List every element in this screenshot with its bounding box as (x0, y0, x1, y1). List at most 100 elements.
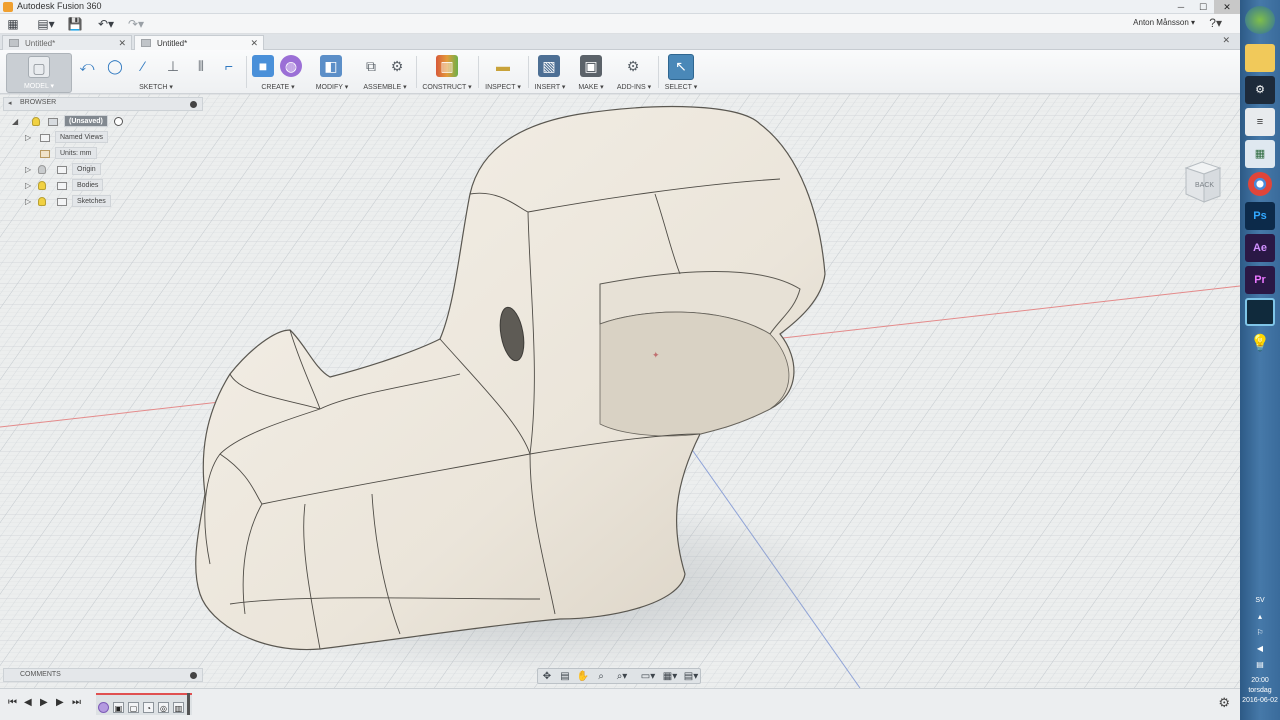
after-effects-icon[interactable]: Ae (1245, 234, 1275, 262)
scripts-addins-icon[interactable]: ⚙ (622, 55, 644, 77)
go-to-start-icon[interactable]: ⏮ (8, 697, 17, 708)
visibility-bulb-icon[interactable] (32, 117, 40, 126)
offset-plane-icon[interactable]: ▥ (436, 55, 458, 77)
line-tool-icon[interactable]: ⤺ (76, 55, 98, 77)
maximize-button[interactable]: ☐ (1192, 0, 1214, 14)
viewcube-shape[interactable] (1182, 158, 1224, 204)
close-tab-icon[interactable]: ✕ (118, 36, 126, 51)
tab-untitled-1[interactable]: Untitled* ✕ (2, 35, 132, 50)
help-icon[interactable]: ?▾ (1209, 16, 1222, 30)
sketch-group[interactable]: ⤺ ◯ ⁄ ⊥ ⫴ ⌐ SKETCH ▾ (76, 53, 246, 93)
tab-untitled-2[interactable]: Untitled* ✕ (134, 35, 264, 50)
new-component-icon[interactable]: ⧉ (360, 55, 382, 77)
box-primitive-icon[interactable]: ■ (252, 55, 274, 77)
grid-settings-icon[interactable]: ▦▾ (660, 670, 680, 683)
mirror-tool-icon[interactable]: ⫴ (190, 55, 212, 77)
timeline-settings-gear-icon[interactable]: ⚙ (1218, 695, 1230, 711)
make-group[interactable]: ▣ MAKE ▾ (574, 53, 608, 93)
step-forward-icon[interactable]: ▶ (56, 697, 64, 708)
insert-group[interactable]: ▧ INSERT ▾ (532, 53, 568, 93)
inspect-group[interactable]: ▬ INSPECT ▾ (482, 53, 524, 93)
fusion-taskbar-icon[interactable] (1245, 298, 1275, 326)
file-menu-icon[interactable]: ▤▾ (34, 16, 58, 32)
browser-item-named-views[interactable]: ▷ Named Views (25, 131, 125, 144)
system-clock[interactable]: 20:00 torsdag 2016-06-02 (1240, 676, 1280, 706)
expand-icon[interactable]: ▷ (25, 131, 31, 144)
select-cursor-icon[interactable]: ↖ (668, 54, 694, 80)
browser-pin-icon[interactable] (190, 101, 197, 108)
volume-icon[interactable]: ◀ (1240, 644, 1280, 653)
select-group[interactable]: ↖ SELECT ▾ (662, 53, 700, 93)
browser-root[interactable]: ◢ (Unsaved) (12, 115, 132, 128)
close-window-button[interactable]: ✕ (1214, 0, 1240, 14)
orbit-icon[interactable]: ✥ (540, 670, 554, 683)
browser-item-origin[interactable]: ▷ Origin (25, 163, 125, 176)
zoom-icon[interactable]: ⌕ (594, 670, 608, 683)
chrome-icon[interactable] (1248, 172, 1272, 196)
minimize-button[interactable]: ─ (1170, 0, 1192, 14)
canvas-scene[interactable]: ✦ (0, 94, 1241, 689)
comments-panel-header[interactable]: COMMENTS (3, 668, 203, 682)
play-icon[interactable]: ▶ (40, 697, 48, 708)
offset-tool-icon[interactable]: ⊥ (162, 55, 184, 77)
activate-radio-icon[interactable] (114, 117, 123, 126)
tray-expand-icon[interactable]: ▴ (1240, 612, 1280, 621)
insert-image-icon[interactable]: ▧ (538, 55, 560, 77)
save-icon[interactable]: 💾 (66, 16, 84, 32)
go-to-end-icon[interactable]: ⏭ (72, 697, 81, 708)
pan-hand-icon[interactable]: ✋ (576, 670, 590, 683)
hole-feature-icon[interactable]: ◎ (158, 702, 169, 713)
press-pull-icon[interactable]: ◧ (320, 55, 342, 77)
viewports-icon[interactable]: ▤▾ (682, 670, 700, 683)
user-account-menu[interactable]: Anton Månsson ▾ (1133, 18, 1195, 27)
premiere-icon[interactable]: Pr (1245, 266, 1275, 294)
file-explorer-icon[interactable] (1245, 44, 1275, 72)
joint-icon[interactable]: ⚙ (386, 55, 408, 77)
comments-pin-icon[interactable] (190, 672, 197, 679)
visibility-bulb-icon[interactable] (38, 197, 46, 206)
visibility-bulb-icon[interactable] (38, 165, 46, 174)
construct-group[interactable]: ▥ CONSTRUCT ▾ (420, 53, 474, 93)
browser-item-bodies[interactable]: ▷ Bodies (25, 179, 125, 192)
start-button-icon[interactable] (1245, 6, 1275, 34)
form-sphere-icon[interactable]: ◍ (280, 55, 302, 77)
close-all-tabs-icon[interactable]: ✕ (1222, 35, 1230, 46)
lightbulb-app-icon[interactable]: 💡 (1245, 330, 1275, 358)
3d-print-icon[interactable]: ▣ (580, 55, 602, 77)
photoshop-icon[interactable]: Ps (1245, 202, 1275, 230)
collapse-browser-icon[interactable]: ◂ (8, 99, 12, 107)
fillet-feature-icon[interactable]: ◔ (143, 702, 154, 713)
step-back-icon[interactable]: ◀ (24, 697, 32, 708)
display-settings-icon[interactable]: ▭▾ (638, 670, 658, 683)
timeline-track[interactable]: ▣ ▢ ◔ ◎ ▥ (96, 693, 192, 715)
split-feature-icon[interactable]: ▥ (173, 702, 184, 713)
redo-icon[interactable]: ↷▾ (124, 16, 148, 32)
expand-icon[interactable]: ▷ (25, 163, 31, 176)
3d-viewport[interactable]: ✦ BACK (0, 94, 1241, 689)
timeline-marker[interactable] (187, 693, 190, 715)
sketch-feature-icon[interactable]: ▣ (113, 702, 124, 713)
trim-tool-icon[interactable]: ⁄ (132, 55, 154, 77)
look-at-icon[interactable]: ▤ (558, 670, 572, 683)
data-panel-grid-icon[interactable]: ▦ (4, 16, 22, 32)
browser-item-units[interactable]: Units: mm (25, 147, 125, 160)
modify-group[interactable]: ◧ MODIFY ▾ (312, 53, 352, 93)
fit-zoom-icon[interactable]: ⌕▾ (612, 670, 632, 683)
collapse-icon[interactable]: ◢ (12, 115, 18, 128)
circle-tool-icon[interactable]: ◯ (104, 55, 126, 77)
visibility-bulb-icon[interactable] (38, 181, 46, 190)
form-feature-icon[interactable] (98, 702, 109, 713)
fillet-sketch-icon[interactable]: ⌐ (218, 55, 240, 77)
network-icon[interactable]: ⚐ (1240, 628, 1280, 637)
assemble-group[interactable]: ⧉ ⚙ ASSEMBLE ▾ (358, 53, 412, 93)
steam-icon[interactable]: ⚙ (1245, 76, 1275, 104)
workspace-switcher[interactable]: ▢ MODEL ▾ (6, 53, 72, 93)
measure-icon[interactable]: ▬ (492, 55, 514, 77)
spreadsheet-icon[interactable]: ▦ (1245, 140, 1275, 168)
browser-item-sketches[interactable]: ▷ Sketches (25, 195, 125, 208)
undo-icon[interactable]: ↶▾ (94, 16, 118, 32)
language-indicator[interactable]: SV (1240, 597, 1280, 604)
body-feature-icon[interactable]: ▢ (128, 702, 139, 713)
browser-panel-header[interactable]: ◂ BROWSER (3, 97, 203, 111)
expand-icon[interactable]: ▷ (25, 179, 31, 192)
